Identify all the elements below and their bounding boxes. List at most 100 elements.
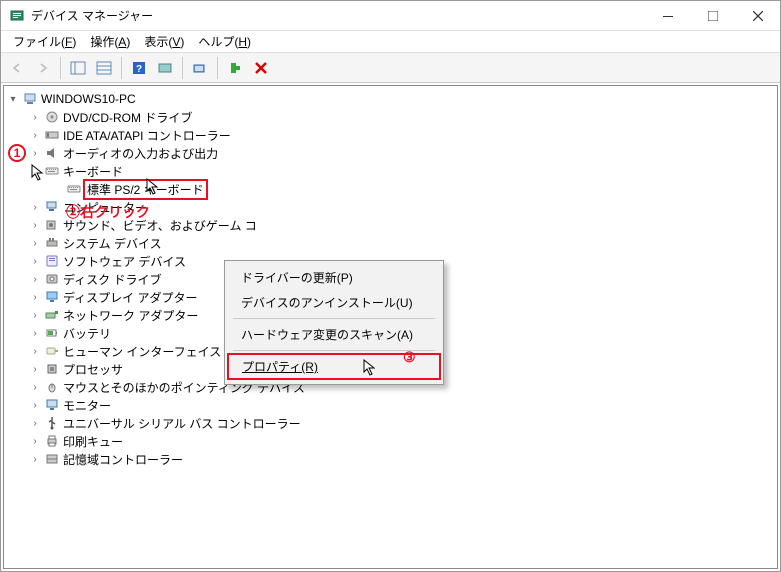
chevron-right-icon[interactable]: ▾	[28, 164, 42, 178]
toolbar-add-device-icon[interactable]	[223, 56, 247, 80]
close-button[interactable]	[735, 1, 780, 31]
menu-action[interactable]: 操作(A)	[84, 31, 136, 52]
chevron-right-icon[interactable]: ›	[28, 362, 42, 376]
network-icon	[44, 307, 60, 323]
chevron-right-icon[interactable]: ›	[28, 326, 42, 340]
printer-icon	[44, 433, 60, 449]
disk-icon	[44, 271, 60, 287]
chevron-right-icon[interactable]: ›	[28, 380, 42, 394]
toolbar-devices-icon[interactable]	[153, 56, 177, 80]
device-tree[interactable]: 1 ②右クリック ▾WINDOWS10-PC›DVD/CD-ROM ドライブ›I…	[3, 85, 778, 569]
tree-item[interactable]: › ユニバーサル シリアル バス コントローラー	[6, 414, 775, 432]
forward-button[interactable]	[31, 56, 55, 80]
ctx-properties[interactable]: プロパティ(R)	[228, 354, 440, 379]
menu-view[interactable]: 表示(V)	[138, 31, 190, 52]
chevron-right-icon[interactable]: ›	[28, 308, 42, 322]
system-icon	[44, 235, 60, 251]
toolbar-list-icon[interactable]	[92, 56, 116, 80]
sound-icon	[44, 217, 60, 233]
monitor-icon	[44, 397, 60, 413]
tree-item[interactable]: 標準 PS/2 キーボード	[6, 180, 775, 198]
toolbar-remove-icon[interactable]	[249, 56, 273, 80]
titlebar: デバイス マネージャー	[1, 1, 780, 31]
display-icon	[44, 289, 60, 305]
tree-item-label: IDE ATA/ATAPI コントローラー	[63, 127, 231, 144]
ctx-uninstall-device[interactable]: デバイスのアンインストール(U)	[227, 290, 441, 315]
tree-item[interactable]: › 記憶域コントローラー	[6, 450, 775, 468]
svg-text:?: ?	[136, 64, 142, 75]
chevron-right-icon[interactable]: ›	[28, 218, 42, 232]
window-title: デバイス マネージャー	[31, 7, 153, 24]
menu-help[interactable]: ヘルプ(H)	[192, 31, 257, 52]
menu-file[interactable]: ファイル(F)	[7, 31, 82, 52]
chevron-right-icon[interactable]	[50, 182, 64, 196]
menubar: ファイル(F) 操作(A) 表示(V) ヘルプ(H)	[1, 31, 780, 53]
toolbar-help-icon[interactable]: ?	[127, 56, 151, 80]
ctx-scan-hardware[interactable]: ハードウェア変更のスキャン(A)	[227, 322, 441, 347]
ctx-update-driver[interactable]: ドライバーの更新(P)	[227, 265, 441, 290]
chevron-right-icon[interactable]: ›	[28, 236, 42, 250]
toolbar-scan-icon[interactable]	[188, 56, 212, 80]
app-icon	[9, 8, 25, 24]
tree-root[interactable]: ▾ WINDOWS10-PC	[6, 90, 775, 108]
tree-item-label: ソフトウェア デバイス	[63, 253, 186, 270]
battery-icon	[44, 325, 60, 341]
tree-item[interactable]: › IDE ATA/ATAPI コントローラー	[6, 126, 775, 144]
chevron-right-icon[interactable]: ›	[28, 344, 42, 358]
toolbar-sep	[182, 57, 183, 79]
tree-item[interactable]: › システム デバイス	[6, 234, 775, 252]
tree-item[interactable]: ▾ キーボード	[6, 162, 775, 180]
tree-item-label: オーディオの入力および出力	[63, 145, 218, 162]
back-button[interactable]	[5, 56, 29, 80]
tree-item-label: コンピューター	[63, 199, 147, 216]
keyboard-icon	[44, 163, 60, 179]
maximize-button[interactable]	[690, 1, 735, 31]
tree-item[interactable]: › DVD/CD-ROM ドライブ	[6, 108, 775, 126]
chevron-right-icon[interactable]: ›	[28, 110, 42, 124]
chevron-right-icon[interactable]: ›	[28, 398, 42, 412]
chevron-right-icon[interactable]: ›	[28, 290, 42, 304]
usb-icon	[44, 415, 60, 431]
tree-item-label: ユニバーサル シリアル バス コントローラー	[63, 415, 301, 432]
audio-icon	[44, 145, 60, 161]
chevron-right-icon[interactable]: ›	[28, 128, 42, 142]
chevron-right-icon[interactable]: ›	[28, 254, 42, 268]
tree-item[interactable]: › コンピューター	[6, 198, 775, 216]
chevron-right-icon[interactable]: ›	[28, 272, 42, 286]
ctx-sep	[233, 350, 435, 351]
tree-item[interactable]: › オーディオの入力および出力	[6, 144, 775, 162]
tree-item-label: DVD/CD-ROM ドライブ	[63, 109, 192, 126]
tree-item-label: 印刷キュー	[63, 433, 123, 450]
ctx-sep	[233, 318, 435, 319]
chevron-right-icon[interactable]: ›	[28, 452, 42, 466]
software-icon	[44, 253, 60, 269]
tree-item[interactable]: › 印刷キュー	[6, 432, 775, 450]
chevron-right-icon[interactable]: ›	[28, 200, 42, 214]
toolbar-view-icon[interactable]	[66, 56, 90, 80]
tree-item-label: ネットワーク アダプター	[63, 307, 198, 324]
tree-item-label: サウンド、ビデオ、およびゲーム コ	[63, 217, 257, 234]
tree-item-label: モニター	[63, 397, 111, 414]
toolbar-sep	[121, 57, 122, 79]
computer-icon	[22, 91, 38, 107]
tree-item[interactable]: › モニター	[6, 396, 775, 414]
client-area: 1 ②右クリック ▾WINDOWS10-PC›DVD/CD-ROM ドライブ›I…	[1, 83, 780, 571]
minimize-button[interactable]	[645, 1, 690, 31]
tree-item[interactable]: › サウンド、ビデオ、およびゲーム コ	[6, 216, 775, 234]
chevron-right-icon[interactable]: ›	[28, 416, 42, 430]
tree-root-label: WINDOWS10-PC	[41, 92, 136, 106]
chevron-down-icon[interactable]: ▾	[6, 92, 20, 106]
toolbar-sep	[60, 57, 61, 79]
chevron-right-icon[interactable]: ›	[28, 146, 42, 160]
tree-item-label: バッテリ	[63, 325, 111, 342]
tree-item-label: システム デバイス	[63, 235, 162, 252]
toolbar-sep	[217, 57, 218, 79]
context-menu: ドライバーの更新(P) デバイスのアンインストール(U) ハードウェア変更のスキ…	[224, 260, 444, 385]
storage-icon	[44, 451, 60, 467]
tree-item-label: キーボード	[63, 163, 123, 180]
disc-icon	[44, 109, 60, 125]
tree-item-label: ディスプレイ アダプター	[63, 289, 198, 306]
tree-item-label: 記憶域コントローラー	[63, 451, 183, 468]
chevron-right-icon[interactable]: ›	[28, 434, 42, 448]
keyboard-icon	[66, 181, 82, 197]
